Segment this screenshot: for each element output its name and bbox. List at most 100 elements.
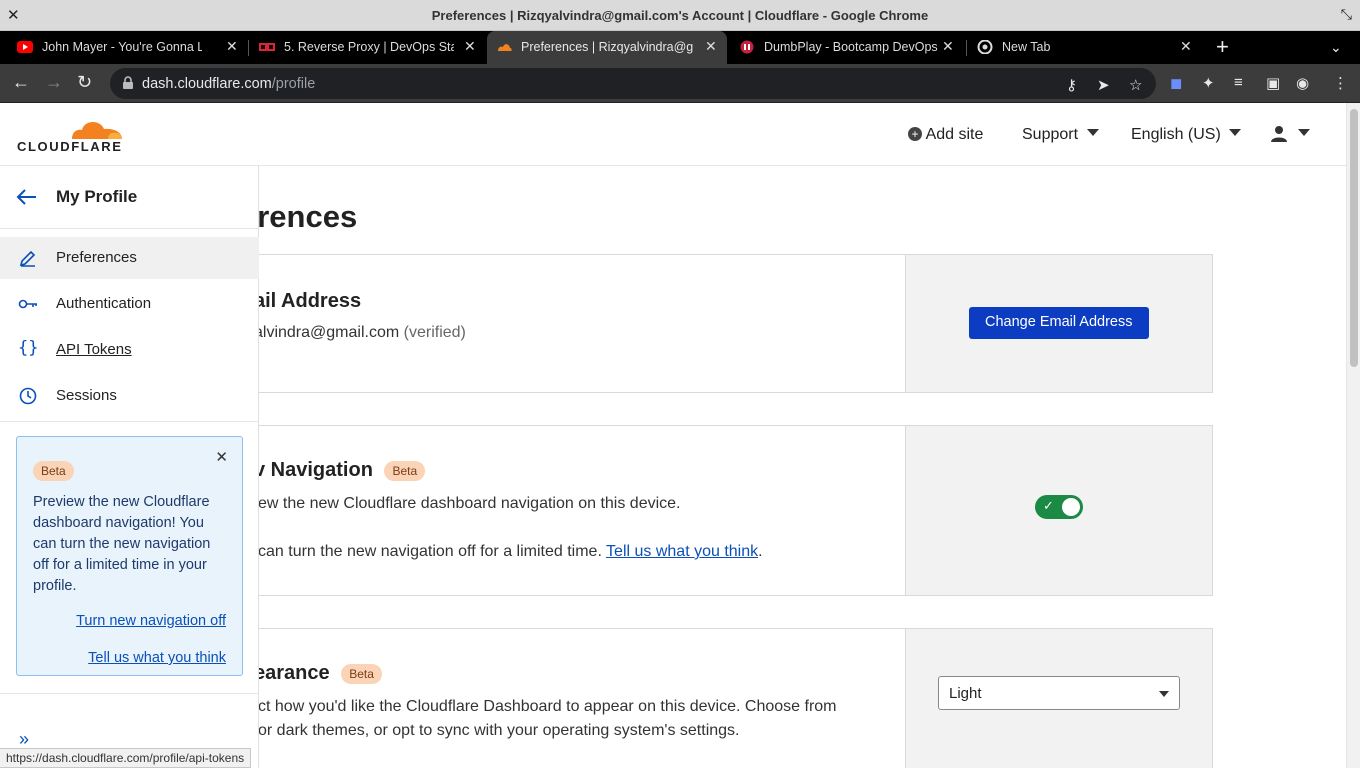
status-bar-url: https://dash.cloudflare.com/profile/api-…	[0, 748, 252, 768]
beta-badge: Beta	[33, 461, 74, 481]
browser-tab[interactable]: John Mayer - You're Gonna Live ✕	[8, 31, 246, 64]
tab-strip: John Mayer - You're Gonna Live ✕ 5. Reve…	[0, 31, 1360, 64]
tab-label: 5. Reverse Proxy | DevOps Stag	[284, 40, 454, 54]
tab-close-icon[interactable]: ✕	[942, 38, 954, 55]
appearance-heading-text: earance	[254, 662, 330, 684]
tab-close-icon[interactable]: ✕	[1180, 38, 1192, 55]
tab-label: Preferences | Rizqyalvindra@gm	[521, 40, 693, 54]
braces-icon: {}	[18, 338, 39, 358]
caret-down-icon	[1159, 691, 1169, 697]
beta-navigation-panel: Beta ✕ Preview the new Cloudflare dashbo…	[16, 436, 243, 676]
navigation-description: ew the new Cloudflare dashboard navigati…	[258, 495, 681, 512]
window-maximize-icon[interactable]: ⤡	[1341, 6, 1352, 23]
add-site-label: Add site	[925, 126, 984, 143]
theme-select[interactable]: Light	[938, 676, 1180, 710]
new-tab-plus-icon[interactable]: +	[1216, 36, 1229, 58]
language-dropdown[interactable]: English (US)	[1131, 126, 1242, 144]
navigation-heading-text: v Navigation	[254, 459, 373, 481]
cloudflare-icon	[498, 44, 512, 51]
pencil-icon	[19, 250, 36, 267]
verified-label: (verified)	[403, 324, 466, 341]
sidebar-item-label: API Tokens	[56, 341, 132, 358]
browser-tab[interactable]: DumbPlay - Bootcamp DevOps ✕	[730, 31, 964, 64]
add-site-button[interactable]: + Add site	[908, 126, 983, 144]
forward-arrow-icon[interactable]: →	[45, 72, 63, 93]
window-title: Preferences | Rizqyalvindra@gmail.com's …	[431, 8, 929, 23]
star-icon[interactable]: ☆	[1129, 76, 1142, 94]
new-navigation-toggle[interactable]: ✓	[1035, 495, 1083, 519]
sidebar-item-preferences[interactable]: Preferences	[0, 237, 259, 279]
lock-icon[interactable]	[122, 76, 134, 90]
turn-navigation-off-link[interactable]: Turn new navigation off	[76, 613, 226, 629]
tab-close-icon[interactable]: ✕	[705, 38, 717, 55]
expand-sidebar-icon[interactable]: »	[19, 729, 29, 750]
appearance-card-actions: Light	[905, 629, 1212, 768]
profile-avatar-icon[interactable]: ◉	[1296, 74, 1309, 92]
user-menu-dropdown[interactable]	[1270, 125, 1311, 146]
divider	[0, 693, 259, 694]
sidebar-item-sessions[interactable]: Sessions	[0, 375, 259, 417]
email-value: alvindra@gmail.com (verified)	[254, 321, 466, 345]
page-scrollbar[interactable]	[1346, 103, 1360, 768]
key-icon	[18, 299, 37, 309]
sidebar-item-label: Authentication	[56, 295, 152, 312]
change-email-button[interactable]: Change Email Address	[969, 307, 1149, 339]
sidebar-item-label: Preferences	[56, 249, 137, 266]
extension-shield-icon[interactable]: ◼	[1170, 74, 1182, 92]
navigation-off-text: can turn the new navigation off for a li…	[258, 543, 602, 560]
plus-circle-icon: +	[908, 127, 922, 141]
kebab-menu-icon[interactable]: ⋮	[1333, 74, 1348, 92]
chrome-icon	[977, 40, 993, 54]
email-address: alvindra@gmail.com	[254, 324, 400, 341]
appearance-card-heading: earance Beta	[254, 662, 382, 685]
sidebar-item-api-tokens[interactable]: {} API Tokens	[0, 329, 259, 371]
browser-tab-active[interactable]: Preferences | Rizqyalvindra@gm ✕	[487, 31, 727, 64]
page: CLOUDFLARE + Add site Support English (U…	[0, 103, 1346, 768]
appearance-description-2: or dark themes, or opt to sync with your…	[258, 722, 740, 739]
beta-panel-text: Preview the new Cloudflare dashboard nav…	[33, 494, 211, 594]
dashboard-header: CLOUDFLARE + Add site Support English (U…	[0, 103, 1346, 166]
tab-close-icon[interactable]: ✕	[464, 38, 476, 55]
tab-divider	[966, 40, 967, 56]
caret-down-icon	[1229, 129, 1242, 136]
side-panel-icon[interactable]: ▣	[1266, 74, 1280, 92]
navigation-card-actions: ✓	[905, 426, 1212, 595]
back-arrow-icon[interactable]	[16, 188, 38, 206]
caret-down-icon	[1086, 129, 1099, 136]
tab-label: John Mayer - You're Gonna Live	[42, 40, 202, 54]
new-navigation-card: v Navigation Beta ew the new Cloudflare …	[220, 425, 1213, 596]
send-icon[interactable]: ➤	[1097, 76, 1110, 94]
media-queue-icon[interactable]: ≡	[1234, 74, 1243, 91]
profile-sidebar: My Profile Preferences Authentication {}…	[0, 166, 259, 768]
caret-down-icon	[1298, 129, 1311, 136]
dumbways-icon	[740, 40, 754, 54]
reload-icon[interactable]: ↻	[77, 72, 92, 93]
support-dropdown[interactable]: Support	[1022, 126, 1099, 144]
sidebar-item-authentication[interactable]: Authentication	[0, 283, 259, 325]
theme-select-value: Light	[949, 685, 982, 702]
back-arrow-icon[interactable]: ←	[12, 72, 30, 93]
feedback-link[interactable]: Tell us what you think	[88, 650, 226, 666]
address-bar[interactable]: dash.cloudflare.com/profile ⚷ ➤ ☆	[110, 68, 1156, 99]
extensions-puzzle-icon[interactable]: ✦	[1202, 74, 1215, 92]
logo-text: CLOUDFLARE	[17, 139, 123, 154]
email-card-heading: ail Address	[254, 290, 362, 312]
divider	[0, 228, 259, 229]
browser-tab[interactable]: 5. Reverse Proxy | DevOps Stag ✕	[250, 31, 486, 64]
url-path: /profile	[271, 76, 316, 92]
window-titlebar: ✕ Preferences | Rizqyalvindra@gmail.com'…	[0, 0, 1360, 31]
browser-tab[interactable]: New Tab ✕	[968, 31, 1202, 64]
navigation-off-note: can turn the new navigation off for a li…	[258, 540, 763, 564]
beta-badge: Beta	[384, 460, 426, 481]
feedback-link[interactable]: Tell us what you think	[606, 543, 758, 560]
key-icon[interactable]: ⚷	[1066, 76, 1077, 94]
appearance-card: earance Beta ct how you'd like the Cloud…	[220, 628, 1213, 768]
close-icon[interactable]: ✕	[215, 448, 228, 466]
url-domain: dash.cloudflare.com	[142, 76, 272, 92]
tab-search-chevron-icon[interactable]: ⌄	[1330, 39, 1342, 56]
address-url: dash.cloudflare.com/profile	[142, 76, 315, 92]
scrollbar-thumb[interactable]	[1350, 109, 1358, 367]
clock-icon	[19, 387, 37, 405]
tab-close-icon[interactable]: ✕	[226, 38, 238, 55]
cloudflare-logo-icon[interactable]	[16, 113, 124, 141]
